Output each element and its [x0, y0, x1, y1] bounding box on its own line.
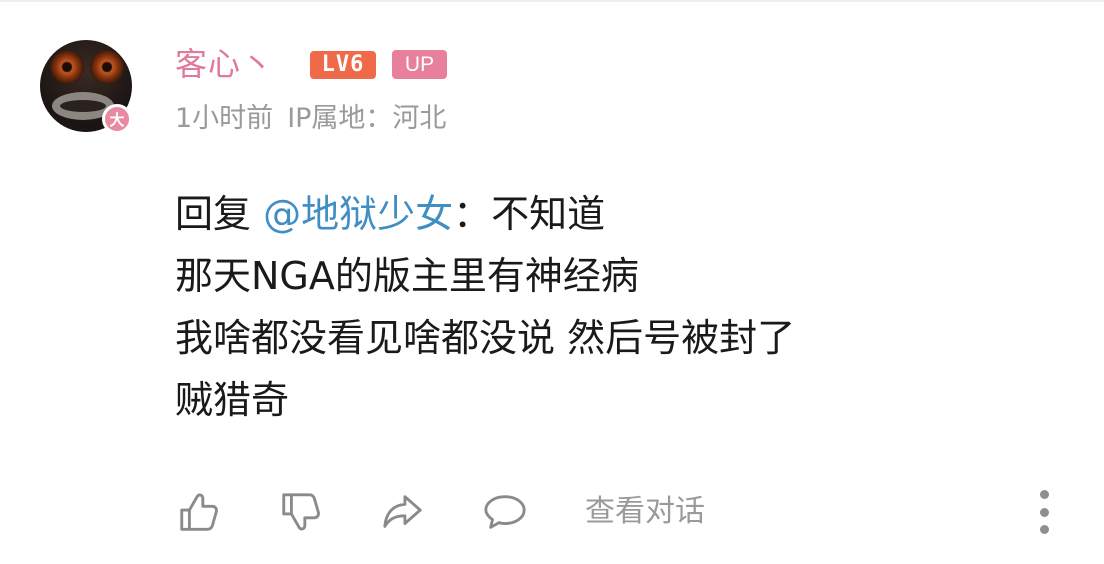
reply-separator: ：: [453, 192, 492, 236]
comment-meta: 1小时前 IP属地：河北: [175, 100, 446, 138]
comment-body: 回复 @地狱少女：不知道 那天NGA的版主里有神经病 我啥都没看见啥都没说 然后…: [175, 183, 1075, 431]
thumbs-down-icon: [282, 493, 320, 531]
reply-line: 回复 @地狱少女：不知道: [175, 183, 1075, 245]
level-badge: LV6: [310, 51, 376, 79]
share-button[interactable]: [379, 488, 427, 536]
share-icon: [383, 495, 422, 528]
more-vertical-icon: [1039, 525, 1049, 534]
more-vertical-icon: [1039, 507, 1049, 517]
comment-line: 贼猎奇: [175, 378, 290, 422]
avatar-badge: 大: [102, 104, 132, 134]
comment-line: 那天NGA的版主里有神经病: [175, 254, 639, 298]
username[interactable]: 客心丶: [175, 42, 274, 86]
thumbs-up-icon: [180, 493, 218, 531]
comment-line: 我啥都没看见啥都没说 然后号被封了: [175, 316, 796, 360]
ip-location: IP属地：河北: [287, 103, 447, 134]
more-button[interactable]: [1034, 490, 1054, 534]
reply-text: 不知道: [491, 192, 606, 236]
reply-button[interactable]: [481, 488, 529, 536]
avatar-eye-right: [90, 50, 124, 84]
mention-link[interactable]: @地狱少女: [263, 192, 453, 236]
like-button[interactable]: [175, 488, 223, 536]
comment-time: 1小时前: [175, 103, 274, 134]
action-bar: 查看对话: [175, 488, 1075, 536]
dislike-button[interactable]: [277, 488, 325, 536]
avatar-eye-left: [50, 50, 84, 84]
more-vertical-icon: [1039, 490, 1049, 499]
reply-prefix: 回复: [175, 192, 252, 236]
view-conversation-link[interactable]: 查看对话: [585, 490, 705, 534]
up-badge: UP: [392, 50, 447, 79]
comment-icon: [484, 495, 526, 529]
comment-item: 大 客心丶 LV6 UP 1小时前 IP属地：河北 回复 @地狱少女：不知道 那…: [0, 0, 1104, 564]
divider: [0, 0, 1104, 2]
